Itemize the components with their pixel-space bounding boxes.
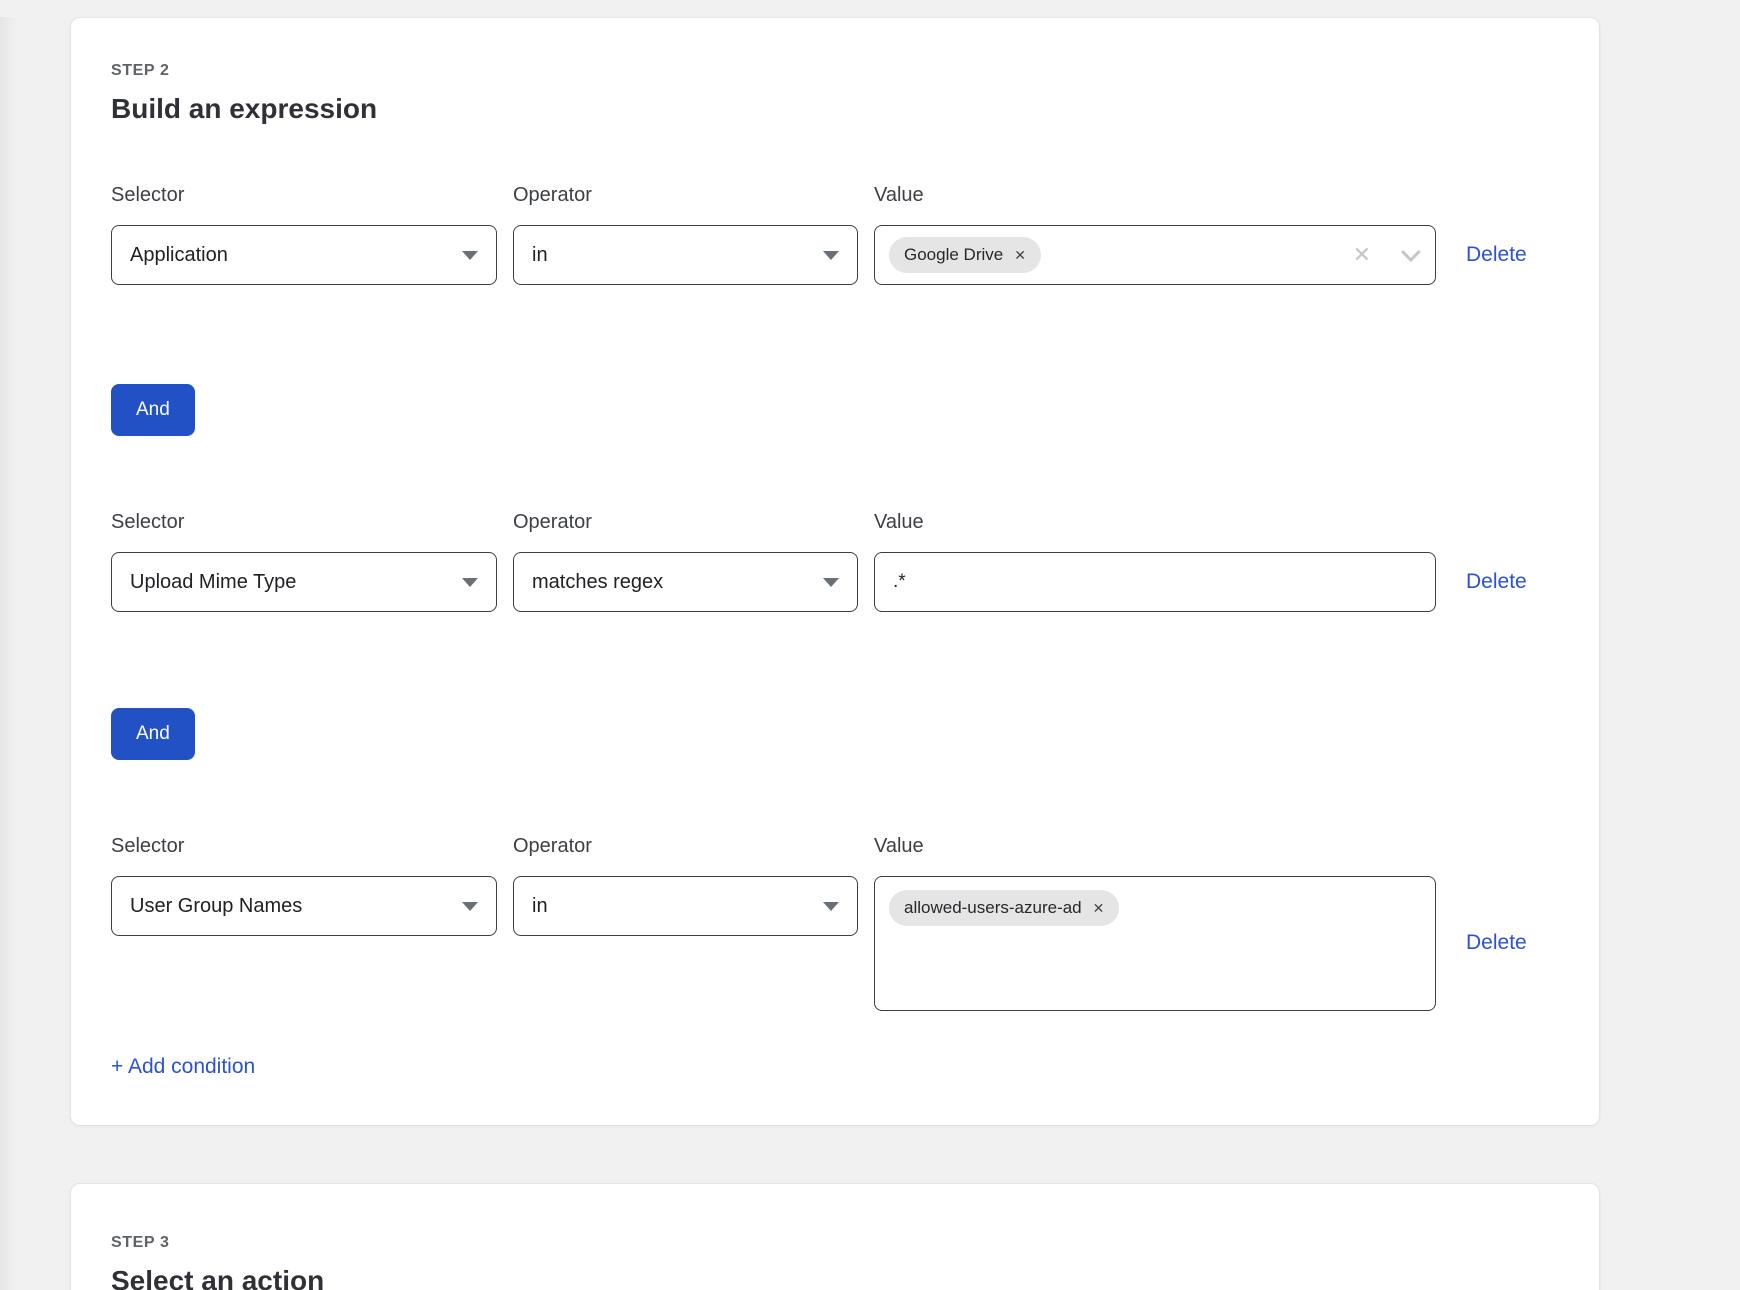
value-tag-text: Google Drive (904, 245, 1003, 265)
condition-row-1: Selector Application Operator in Value G… (111, 183, 1559, 285)
selector-dropdown[interactable]: User Group Names (111, 876, 497, 936)
chevron-down-icon (462, 902, 478, 911)
value-multiselect[interactable]: allowed-users-azure-ad ✕ (874, 876, 1436, 1011)
operator-label: Operator (513, 834, 858, 858)
value-text-input[interactable] (889, 553, 1421, 611)
value-tag: allowed-users-azure-ad ✕ (889, 890, 1119, 926)
value-multiselect[interactable]: Google Drive ✕ ✕ (874, 225, 1436, 285)
condition-row-2: Selector Upload Mime Type Operator match… (111, 510, 1559, 612)
step-3-label: STEP 3 (111, 1234, 1559, 1252)
operator-label: Operator (513, 183, 858, 207)
select-action-card: STEP 3 Select an action (70, 1183, 1600, 1290)
operator-dropdown[interactable]: matches regex (513, 552, 858, 612)
delete-condition-link[interactable]: Delete (1466, 570, 1527, 593)
tag-remove-icon[interactable]: ✕ (1014, 248, 1026, 262)
value-tag: Google Drive ✕ (889, 237, 1041, 273)
selector-value: Application (130, 244, 228, 267)
selector-dropdown[interactable]: Upload Mime Type (111, 552, 497, 612)
delete-condition-link[interactable]: Delete (1466, 243, 1527, 266)
value-label: Value (874, 510, 1436, 534)
tag-remove-icon[interactable]: ✕ (1093, 901, 1105, 915)
chevron-down-icon (823, 251, 839, 260)
value-tag-text: allowed-users-azure-ad (904, 898, 1082, 918)
operator-value: in (532, 244, 548, 267)
chevron-down-icon (823, 902, 839, 911)
chevron-down-icon (462, 251, 478, 260)
operator-dropdown[interactable]: in (513, 876, 858, 936)
selector-label: Selector (111, 183, 497, 207)
clear-icon[interactable]: ✕ (1353, 244, 1371, 266)
operator-value: matches regex (532, 571, 663, 594)
select-action-title: Select an action (111, 1265, 1559, 1290)
chevron-down-icon[interactable] (1401, 242, 1421, 262)
delete-condition-link[interactable]: Delete (1466, 931, 1527, 954)
build-expression-card: STEP 2 Build an expression Selector Appl… (70, 17, 1600, 1126)
and-button[interactable]: And (111, 708, 195, 760)
value-input-wrap (874, 552, 1436, 612)
operator-value: in (532, 895, 548, 918)
value-label: Value (874, 183, 1436, 207)
build-expression-title: Build an expression (111, 93, 1559, 125)
step-2-label: STEP 2 (111, 62, 1559, 80)
add-condition-link[interactable]: + Add condition (111, 1055, 255, 1079)
chevron-down-icon (462, 578, 478, 587)
selector-label: Selector (111, 834, 497, 858)
operator-dropdown[interactable]: in (513, 225, 858, 285)
selector-value: Upload Mime Type (130, 571, 296, 594)
condition-row-3: Selector User Group Names Operator in Va… (111, 834, 1559, 1011)
and-button[interactable]: And (111, 384, 195, 436)
operator-label: Operator (513, 510, 858, 534)
selector-label: Selector (111, 510, 497, 534)
selector-dropdown[interactable]: Application (111, 225, 497, 285)
chevron-down-icon (823, 578, 839, 587)
value-label: Value (874, 834, 1436, 858)
selector-value: User Group Names (130, 895, 302, 918)
